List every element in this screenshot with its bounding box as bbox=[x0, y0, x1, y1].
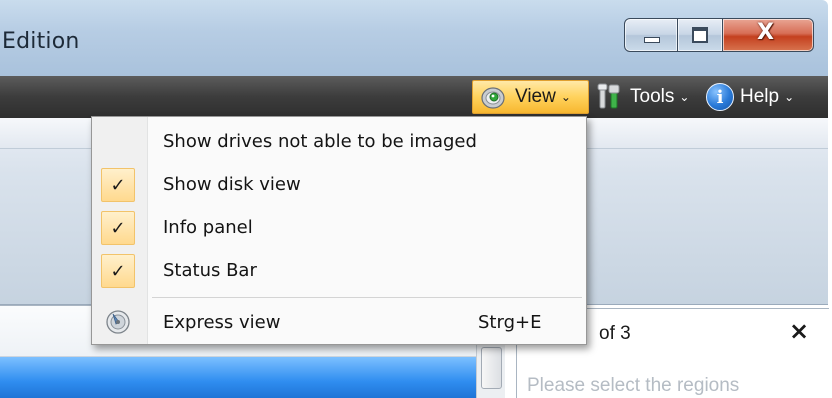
menu-item-label: Info panel bbox=[163, 217, 253, 238]
menu-item-status-bar[interactable]: ✓ Status Bar bbox=[92, 250, 586, 292]
selected-drive-row[interactable] bbox=[0, 357, 476, 398]
tools-menu-button[interactable]: Tools ⌄ bbox=[596, 80, 689, 114]
menu-item-label: Express view bbox=[163, 312, 281, 333]
close-button[interactable]: X bbox=[723, 18, 814, 52]
menu-item-label: Show disk view bbox=[163, 174, 301, 195]
tools-icon bbox=[596, 82, 624, 112]
chevron-down-icon: ⌄ bbox=[784, 90, 795, 104]
main-toolbar: View ⌄ Tools ⌄ i Help ⌄ bbox=[0, 76, 828, 118]
panel-hint-text: Please select the regions bbox=[527, 375, 740, 396]
window-title: Edition bbox=[2, 29, 80, 54]
chevron-down-icon: ⌄ bbox=[679, 90, 690, 104]
help-icon: i bbox=[706, 83, 734, 111]
menu-item-label: Show drives not able to be imaged bbox=[163, 131, 477, 152]
caption-buttons: X bbox=[624, 18, 814, 52]
check-icon: ✓ bbox=[101, 211, 135, 245]
title-bar[interactable]: Edition X bbox=[0, 0, 828, 76]
menu-item-label: Status Bar bbox=[163, 260, 257, 281]
check-icon: ✓ bbox=[101, 168, 135, 202]
check-icon: ✓ bbox=[101, 254, 135, 288]
view-menu-label: View bbox=[515, 86, 556, 107]
express-view-icon bbox=[105, 309, 131, 335]
view-eye-icon bbox=[481, 84, 509, 110]
scrollbar-thumb[interactable] bbox=[481, 347, 502, 389]
maximize-icon bbox=[692, 27, 708, 43]
minimize-icon bbox=[644, 37, 660, 43]
view-menu-button[interactable]: View ⌄ bbox=[472, 80, 589, 114]
help-menu-button[interactable]: i Help ⌄ bbox=[706, 80, 794, 114]
menu-separator bbox=[152, 297, 582, 298]
menu-item-show-disk-view[interactable]: ✓ Show disk view bbox=[92, 164, 586, 206]
menu-item-express-view[interactable]: Express view Strg+E bbox=[92, 302, 586, 344]
panel-step-title: of 3 bbox=[599, 323, 631, 344]
menu-item-info-panel[interactable]: ✓ Info panel bbox=[92, 207, 586, 249]
panel-close-icon[interactable]: × bbox=[789, 317, 809, 345]
minimize-button[interactable] bbox=[624, 18, 678, 52]
menu-item-show-drives-not-imaged[interactable]: Show drives not able to be imaged bbox=[92, 121, 586, 163]
view-dropdown-menu: Show drives not able to be imaged ✓ Show… bbox=[91, 116, 587, 345]
application-window: Edition X View ⌄ Tools ⌄ i Help ⌄ of 3 ×… bbox=[0, 0, 832, 398]
menu-item-shortcut: Strg+E bbox=[478, 312, 542, 333]
maximize-button[interactable] bbox=[678, 18, 723, 52]
tools-menu-label: Tools bbox=[630, 86, 675, 107]
help-menu-label: Help bbox=[740, 86, 780, 107]
close-icon: X bbox=[757, 20, 774, 45]
chevron-down-icon: ⌄ bbox=[560, 90, 571, 104]
